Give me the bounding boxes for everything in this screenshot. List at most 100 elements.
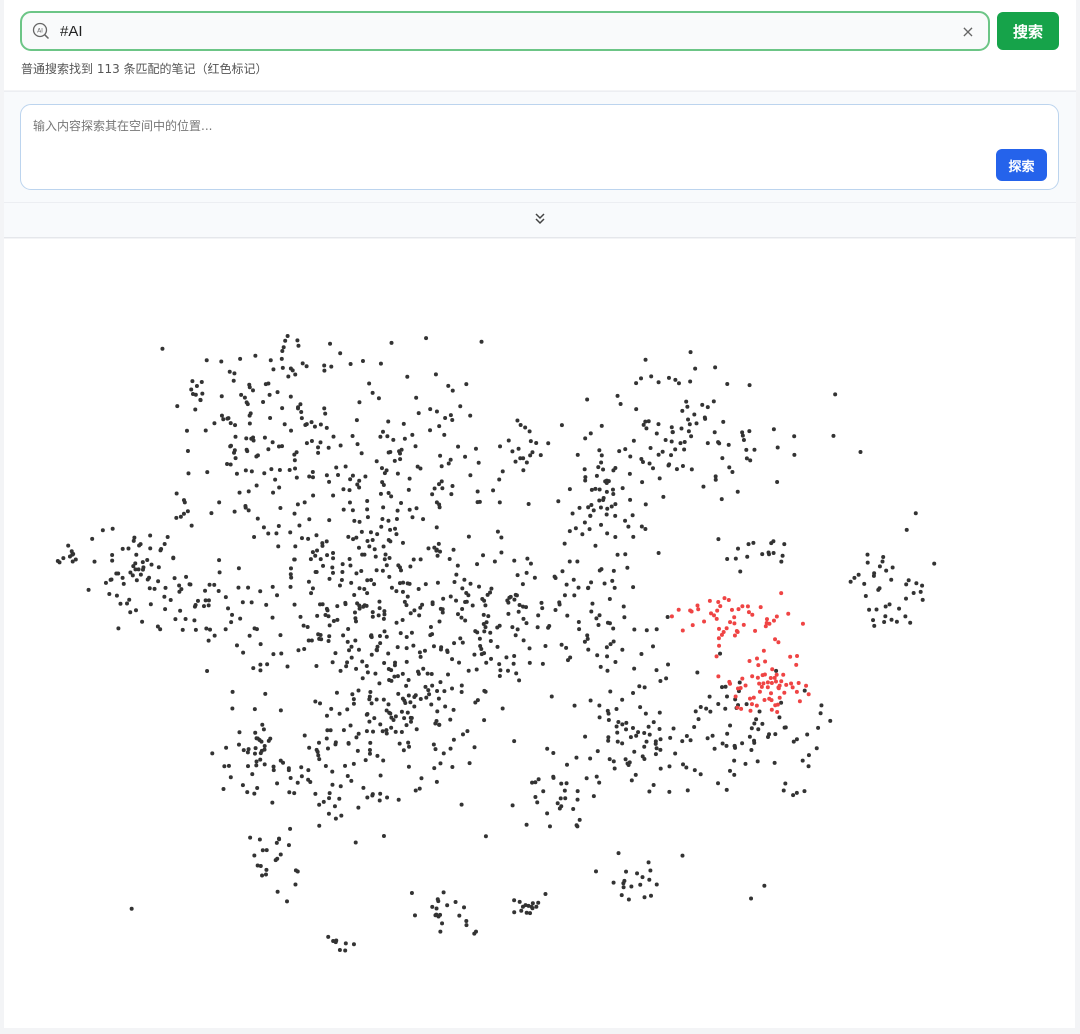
note-point[interactable] [306, 536, 311, 541]
note-point[interactable] [657, 476, 662, 481]
note-point[interactable] [285, 664, 290, 669]
note-point[interactable] [412, 608, 417, 613]
note-point[interactable] [667, 462, 672, 467]
note-point[interactable] [523, 425, 528, 430]
note-point[interactable] [356, 731, 361, 736]
note-point[interactable] [628, 454, 633, 459]
note-point[interactable] [609, 504, 614, 509]
note-point[interactable] [489, 586, 494, 591]
highlighted-note-point[interactable] [774, 614, 779, 619]
note-point[interactable] [302, 500, 307, 505]
note-point[interactable] [172, 576, 177, 581]
note-point[interactable] [168, 597, 173, 602]
note-point[interactable] [162, 541, 167, 546]
note-point[interactable] [260, 722, 265, 727]
note-point[interactable] [575, 559, 580, 564]
note-point[interactable] [264, 867, 269, 872]
note-point[interactable] [513, 633, 518, 638]
note-point[interactable] [174, 515, 179, 520]
note-point[interactable] [356, 545, 361, 550]
note-point[interactable] [282, 422, 287, 427]
note-point[interactable] [133, 608, 138, 613]
note-point[interactable] [392, 458, 397, 463]
highlighted-note-point[interactable] [758, 605, 763, 610]
note-point[interactable] [350, 692, 355, 697]
note-point[interactable] [747, 429, 752, 434]
note-point[interactable] [512, 898, 517, 903]
note-point[interactable] [312, 424, 317, 429]
note-point[interactable] [453, 899, 458, 904]
note-point[interactable] [384, 468, 389, 473]
note-point[interactable] [433, 372, 438, 377]
note-point[interactable] [475, 500, 480, 505]
note-point[interactable] [280, 349, 285, 354]
note-point[interactable] [308, 557, 313, 562]
note-point[interactable] [140, 560, 145, 565]
note-point[interactable] [418, 557, 423, 562]
note-point[interactable] [903, 614, 908, 619]
note-point[interactable] [304, 441, 309, 446]
explore-input[interactable] [33, 117, 933, 157]
note-point[interactable] [374, 697, 379, 702]
note-point[interactable] [597, 498, 602, 503]
note-point[interactable] [351, 697, 356, 702]
note-point[interactable] [316, 445, 321, 450]
note-point[interactable] [367, 381, 372, 386]
note-point[interactable] [236, 566, 241, 571]
note-point[interactable] [262, 471, 267, 476]
note-point[interactable] [438, 453, 443, 458]
highlighted-note-point[interactable] [769, 681, 774, 686]
note-point[interactable] [273, 858, 278, 863]
highlighted-note-point[interactable] [750, 612, 755, 617]
note-point[interactable] [182, 500, 187, 505]
note-point[interactable] [133, 567, 138, 572]
note-point[interactable] [422, 648, 427, 653]
note-point[interactable] [524, 822, 529, 827]
note-point[interactable] [351, 761, 356, 766]
note-point[interactable] [708, 709, 713, 714]
note-point[interactable] [228, 775, 233, 780]
note-point[interactable] [354, 418, 359, 423]
note-point[interactable] [247, 382, 252, 387]
note-point[interactable] [428, 407, 433, 412]
note-point[interactable] [640, 480, 645, 485]
note-point[interactable] [457, 660, 462, 665]
note-point[interactable] [296, 648, 301, 653]
note-point[interactable] [152, 586, 157, 591]
highlighted-note-point[interactable] [680, 628, 685, 633]
note-point[interactable] [248, 835, 253, 840]
note-point[interactable] [631, 534, 636, 539]
note-point[interactable] [355, 482, 360, 487]
note-point[interactable] [394, 620, 399, 625]
note-point[interactable] [365, 507, 370, 512]
note-point[interactable] [381, 505, 386, 510]
note-point[interactable] [624, 869, 629, 874]
note-point[interactable] [163, 607, 168, 612]
highlighted-note-point[interactable] [773, 637, 778, 642]
note-point[interactable] [434, 912, 439, 917]
note-point[interactable] [646, 419, 651, 424]
note-point[interactable] [539, 600, 544, 605]
note-point[interactable] [148, 533, 153, 538]
note-point[interactable] [277, 485, 282, 490]
note-point[interactable] [545, 811, 550, 816]
note-point[interactable] [252, 791, 257, 796]
note-point[interactable] [897, 606, 902, 611]
note-point[interactable] [545, 746, 550, 751]
note-point[interactable] [585, 636, 590, 641]
note-point[interactable] [611, 492, 616, 497]
note-point[interactable] [484, 620, 489, 625]
note-point[interactable] [316, 740, 321, 745]
note-point[interactable] [382, 609, 387, 614]
note-point[interactable] [468, 473, 473, 478]
note-point[interactable] [867, 607, 872, 612]
note-point[interactable] [932, 561, 937, 566]
note-point[interactable] [650, 466, 655, 471]
note-point[interactable] [310, 586, 315, 591]
note-point[interactable] [337, 947, 342, 952]
note-point[interactable] [887, 602, 892, 607]
note-point[interactable] [611, 568, 616, 573]
highlighted-note-point[interactable] [748, 696, 753, 701]
note-point[interactable] [488, 590, 493, 595]
note-point[interactable] [474, 667, 479, 672]
